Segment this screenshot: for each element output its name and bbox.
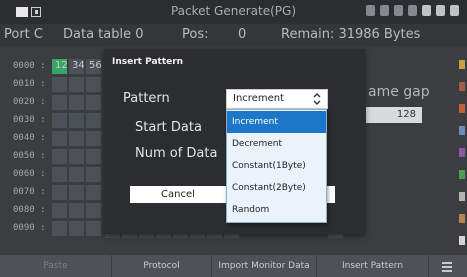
power-icon (450, 5, 459, 16)
frame-gap-input[interactable]: 128 (366, 107, 422, 123)
color-marker (459, 170, 465, 179)
dropdown-option-constant-2byte[interactable]: Constant(2Byte) (227, 177, 326, 199)
hex-cell-value: 34 (72, 60, 85, 71)
color-marker (459, 236, 465, 245)
hex-cell[interactable] (52, 221, 67, 236)
address-label: 0020 : (13, 97, 46, 107)
address-label: 0090 : (13, 223, 46, 233)
pos-label: Pos: (182, 27, 209, 42)
pattern-select[interactable]: Increment (226, 89, 328, 109)
cancel-button[interactable]: Cancel (130, 186, 226, 203)
address-label: 0030 : (13, 115, 46, 125)
remain-label: Remain: 31986 Bytes (281, 27, 421, 42)
hex-cell[interactable] (86, 149, 101, 164)
hex-cell[interactable] (86, 221, 101, 236)
settings-icon (422, 5, 431, 16)
dialog-title: Insert Pattern (112, 57, 184, 67)
battery-icon (366, 5, 375, 16)
bottom-toolbar: Paste Protocol Import Monitor Data Inser… (0, 255, 467, 277)
hex-table[interactable]: 0000 : 0010 : 0020 : 0030 : 0040 : 0050 … (0, 52, 110, 242)
hex-cell[interactable] (86, 77, 101, 92)
hex-cell[interactable] (69, 167, 84, 182)
hex-cell[interactable] (86, 203, 101, 218)
hex-cell[interactable] (69, 95, 84, 110)
hex-cell-value: 56 (89, 60, 102, 71)
color-marker (459, 148, 465, 157)
network-icon (394, 5, 403, 16)
header-row: Port C Data table 0 Pos: 0 Remain: 31986… (0, 24, 467, 46)
frame-gap-label: ame gap (368, 84, 430, 100)
pattern-select-value: Increment (233, 93, 284, 104)
hex-cell[interactable] (86, 185, 101, 200)
protocol-button[interactable]: Protocol (112, 255, 212, 277)
paste-button[interactable]: Paste (0, 255, 112, 277)
hex-cell[interactable] (86, 113, 101, 128)
hex-cell[interactable] (52, 95, 67, 110)
hex-cell[interactable] (52, 203, 67, 218)
color-marker (459, 82, 465, 91)
hex-cell[interactable] (52, 131, 67, 146)
address-label: 0000 : (13, 61, 46, 71)
hex-cell[interactable] (86, 95, 101, 110)
pos-value: 0 (238, 27, 247, 42)
color-strip (459, 60, 465, 250)
address-label: 0010 : (13, 79, 46, 89)
dropdown-option-random[interactable]: Random (227, 199, 326, 221)
port-label: Port C (4, 27, 43, 42)
pattern-dropdown-list: Increment Decrement Constant(1Byte) Cons… (226, 109, 327, 223)
pattern-label: Pattern (123, 91, 170, 106)
num-of-data-label: Num of Data (135, 146, 218, 161)
dropdown-option-constant-1byte[interactable]: Constant(1Byte) (227, 155, 326, 177)
hex-cell[interactable] (69, 77, 84, 92)
hex-cell[interactable] (69, 149, 84, 164)
insert-pattern-button[interactable]: Insert Pattern (317, 255, 429, 277)
hex-cell[interactable] (52, 167, 67, 182)
color-marker (459, 60, 465, 69)
menu-icon[interactable] (429, 255, 467, 277)
address-label: 0050 : (13, 151, 46, 161)
start-data-label: Start Data (135, 120, 202, 135)
hex-cell[interactable] (86, 167, 101, 182)
status-bar: Packet Generate(PG) (0, 0, 467, 24)
hex-cell[interactable] (69, 185, 84, 200)
address-label: 0080 : (13, 205, 46, 215)
hex-cell[interactable] (52, 77, 67, 92)
color-marker (459, 214, 465, 223)
hex-cell[interactable] (52, 149, 67, 164)
usb-icon (408, 5, 417, 16)
hex-cell[interactable] (86, 131, 101, 146)
import-monitor-data-button[interactable]: Import Monitor Data (212, 255, 317, 277)
dropdown-option-increment[interactable]: Increment (227, 111, 326, 133)
storage-icon (436, 5, 445, 16)
wifi-icon (380, 5, 389, 16)
hex-cell-value: 12 (55, 60, 68, 71)
address-label: 0070 : (13, 187, 46, 197)
status-icons (366, 5, 459, 16)
table-label: Data table 0 (63, 27, 144, 42)
hex-cell[interactable] (69, 203, 84, 218)
hex-cell[interactable] (69, 113, 84, 128)
color-marker (459, 104, 465, 113)
color-marker (459, 126, 465, 135)
hex-cell[interactable] (69, 221, 84, 236)
address-label: 0060 : (13, 169, 46, 179)
hex-cell[interactable] (52, 113, 67, 128)
dropdown-option-decrement[interactable]: Decrement (227, 133, 326, 155)
hex-cell[interactable] (69, 131, 84, 146)
address-label: 0040 : (13, 133, 46, 143)
color-marker (459, 192, 465, 201)
chevron-up-down-icon (313, 93, 321, 105)
hex-cell[interactable] (52, 185, 67, 200)
